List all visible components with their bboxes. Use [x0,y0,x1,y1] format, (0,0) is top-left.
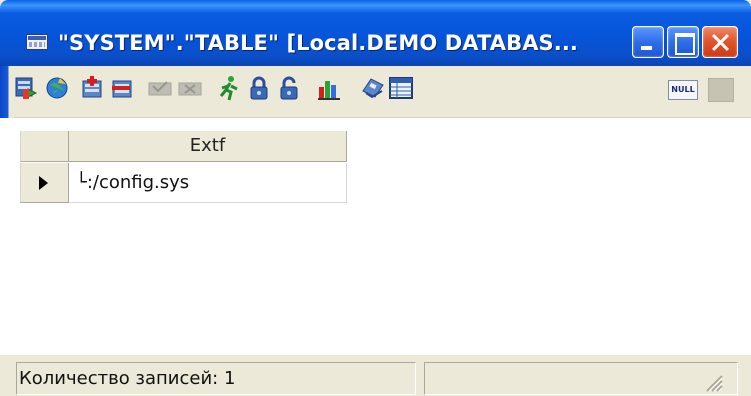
resize-grip-icon[interactable] [703,372,723,392]
close-button[interactable] [702,26,738,58]
add-record-icon[interactable] [80,75,106,101]
minimize-button[interactable] [632,26,664,58]
grid-corner-header[interactable] [20,131,69,162]
status-panel-secondary [424,362,738,395]
toolbar: NULL [0,66,751,118]
cancel-icon[interactable] [177,75,203,101]
refresh-icon[interactable] [14,75,40,101]
post-icon[interactable] [147,75,173,101]
row-indicator[interactable] [20,163,69,203]
lock-open-icon[interactable] [276,75,302,101]
delete-record-icon[interactable] [110,75,136,101]
null-button[interactable]: NULL [668,80,698,100]
title-bar[interactable]: "SYSTEM"."TABLE" [Local.DEMO DATABAS... [0,0,751,66]
column-header-extf[interactable]: Extf [69,131,347,162]
grid-icon[interactable] [388,75,414,101]
chart-icon[interactable] [316,75,342,101]
printer-icon[interactable] [360,75,386,101]
maximize-button[interactable] [667,26,699,58]
window-title: "SYSTEM"."TABLE" [Local.DEMO DATABAS... [58,31,579,55]
lock-icon[interactable] [246,75,272,101]
globe-icon[interactable] [44,75,70,101]
current-row-arrow-icon [39,176,48,190]
record-count-status: Количество записей: 1 [16,362,416,395]
running-man-icon[interactable] [216,75,242,101]
table-app-icon[interactable] [26,34,48,50]
status-bar: Количество записей: 1 [0,354,751,396]
table-cell-extf[interactable]: └:/config.sys [69,163,347,203]
toolbar-overflow-button[interactable] [708,78,734,102]
